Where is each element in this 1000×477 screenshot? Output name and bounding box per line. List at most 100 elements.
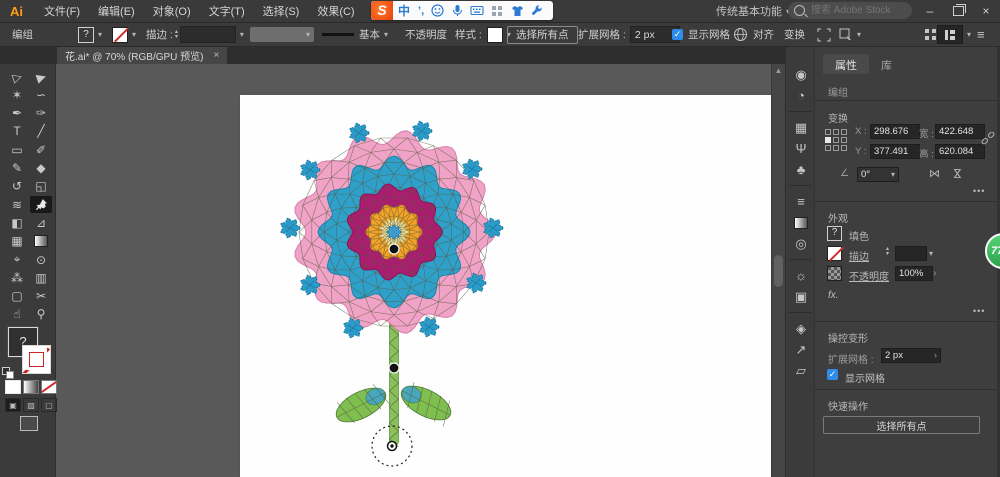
curvature-tool[interactable]: ✑ <box>30 105 52 122</box>
stroke-none-swatch[interactable] <box>112 27 128 43</box>
stroke-color-control[interactable]: ▾ <box>112 23 136 46</box>
artboards-panel-icon[interactable]: ↗ <box>786 339 816 360</box>
line-segment-tool[interactable]: ╱ <box>30 123 52 140</box>
close-tab-icon[interactable]: × <box>214 50 220 61</box>
record-pins-icon[interactable] <box>733 23 748 46</box>
document-tab[interactable]: 花.ai* @ 70% (RGB/GPU 预览) × <box>57 47 227 64</box>
stroke-panel-icon[interactable]: ≡ <box>786 191 816 212</box>
type-tool[interactable]: T <box>6 123 28 140</box>
ime-punctuation-toggle[interactable]: ’, <box>415 5 427 17</box>
pen-tool[interactable]: ✒ <box>6 105 28 122</box>
workspace-switcher[interactable]: 传统基本功能 ▾ <box>716 0 790 22</box>
transparency-panel-icon[interactable]: ◎ <box>786 233 816 254</box>
symbol-sprayer-tool[interactable]: ⁂ <box>6 269 28 286</box>
none-button[interactable] <box>41 380 57 394</box>
stroke-indicator[interactable] <box>22 345 51 374</box>
opacity-label[interactable]: 不透明度 <box>405 23 447 46</box>
menu-item-文字[interactable]: 文字(T) <box>200 3 254 19</box>
menu-item-对象[interactable]: 对象(O) <box>144 3 200 19</box>
stepper-icon[interactable]: ▴▾ <box>175 30 178 40</box>
rectangle-tool[interactable]: ▭ <box>6 141 28 158</box>
perspective-grid-tool[interactable]: ⊿ <box>30 214 52 231</box>
stroke-link[interactable]: 描边 <box>849 248 869 263</box>
appearance-panel-icon[interactable]: ☼ <box>786 265 816 286</box>
more-options-icon[interactable]: ••• <box>973 186 985 196</box>
show-mesh-checkbox[interactable]: ✓ <box>827 369 838 380</box>
style-swatch[interactable] <box>487 27 503 43</box>
skin-icon[interactable] <box>509 3 525 19</box>
chevron-right-icon[interactable]: › <box>933 268 936 279</box>
restore-button[interactable] <box>944 0 972 22</box>
shaper-tool[interactable]: ✎ <box>6 160 28 177</box>
bounding-box-icon[interactable] <box>817 23 831 46</box>
eyedropper-tool[interactable]: ⌖ <box>6 251 28 268</box>
hand-tool[interactable]: ☝ <box>6 306 28 323</box>
menu-item-效果[interactable]: 效果(C) <box>308 3 363 19</box>
brushes-panel-icon[interactable]: Ψ <box>786 138 816 159</box>
toolbox-icon[interactable] <box>489 3 505 19</box>
width-field[interactable]: 422.648 <box>935 124 985 139</box>
menu-item-文件[interactable]: 文件(F) <box>35 3 89 19</box>
ime-logo-icon[interactable]: S <box>371 1 393 20</box>
graphic-styles-panel-icon[interactable]: ▣ <box>786 286 816 307</box>
width-tool[interactable]: ≋ <box>6 196 28 213</box>
expand-mesh-field[interactable]: 2 px› <box>881 348 941 363</box>
draw-normal-button[interactable]: ▣ <box>5 398 21 412</box>
canvas[interactable]: ▲ <box>55 64 785 477</box>
symbols-panel-icon[interactable]: ♣ <box>786 159 816 180</box>
rotate-tool[interactable]: ↺ <box>6 178 28 195</box>
close-button[interactable]: × <box>972 0 1000 22</box>
search-input[interactable] <box>809 4 903 17</box>
default-fill-stroke-icon[interactable] <box>2 367 13 378</box>
selection-tool[interactable]: ▶ <box>28 65 54 88</box>
scroll-up-icon[interactable]: ▲ <box>772 66 785 75</box>
show-mesh-checkbox-bar[interactable]: ✓ 显示网格 <box>672 23 730 46</box>
fill-color-control[interactable]: ? ▾ <box>78 23 102 46</box>
scale-tool[interactable]: ◱ <box>30 178 52 195</box>
panel-menu-icon[interactable]: ≡ <box>977 23 985 46</box>
select-all-points-button-bar[interactable]: 选择所有点 <box>507 23 578 46</box>
y-field[interactable]: 377.491 <box>870 144 920 159</box>
reference-point-locator[interactable] <box>825 129 846 150</box>
color-panel-icon[interactable]: ◉ <box>786 64 816 85</box>
more-options-icon[interactable]: ••• <box>973 306 985 316</box>
flower-artwork[interactable] <box>55 64 785 477</box>
isolate-selection-icon[interactable]: ▾ <box>839 23 861 46</box>
paintbrush-tool[interactable]: ✐ <box>30 141 52 158</box>
vertical-scrollbar[interactable]: ▲ <box>771 64 785 477</box>
minimize-button[interactable]: – <box>916 0 944 22</box>
menu-item-编辑[interactable]: 编辑(E) <box>89 3 144 19</box>
shape-builder-tool[interactable]: ◧ <box>6 214 28 231</box>
blend-tool[interactable]: ⊙ <box>30 251 52 268</box>
tab-properties[interactable]: 属性 <box>823 54 869 74</box>
tab-libraries[interactable]: 库 <box>869 54 904 74</box>
fill-swatch[interactable]: ? <box>827 226 842 241</box>
gradient-tool[interactable] <box>30 233 52 250</box>
scrollbar-thumb[interactable] <box>774 255 783 287</box>
constrain-proportions-icon[interactable] <box>981 132 995 149</box>
color-button[interactable] <box>5 380 21 394</box>
color-guide-panel-icon[interactable]: ◔ <box>786 85 816 106</box>
zoom-tool[interactable]: ⚲ <box>30 306 52 323</box>
document-grid-icon[interactable] <box>924 23 937 46</box>
lasso-tool[interactable]: ∽ <box>30 86 52 103</box>
brush-definition-dropdown[interactable]: 基本 ▾ <box>322 23 388 46</box>
menu-item-选择[interactable]: 选择(S) <box>254 3 309 19</box>
slice-tool[interactable]: ✂ <box>30 288 52 305</box>
stepper-icon[interactable]: ▴▾ <box>886 247 889 257</box>
select-all-points-button[interactable]: 选择所有点 <box>823 416 980 434</box>
align-menu[interactable]: 对齐 <box>753 23 774 46</box>
layers-panel-icon[interactable]: ◈ <box>786 318 816 339</box>
draw-inside-button[interactable]: ▢ <box>41 398 57 412</box>
flip-horizontal-icon[interactable]: ⋈ <box>929 167 940 180</box>
eraser-tool[interactable]: ◆ <box>30 160 52 177</box>
magic-wand-tool[interactable]: ✶ <box>6 86 28 103</box>
opacity-field[interactable]: 100% <box>895 266 933 281</box>
mic-icon[interactable] <box>449 3 465 19</box>
style-control[interactable]: 样式 : ▾ <box>455 23 511 46</box>
screen-mode-button[interactable] <box>20 416 38 431</box>
ime-mode-toggle[interactable]: 中 <box>393 2 415 19</box>
swatches-panel-icon[interactable]: ▦ <box>786 117 816 138</box>
emoji-icon[interactable] <box>429 3 445 19</box>
transform-menu[interactable]: 变换 <box>784 23 805 46</box>
